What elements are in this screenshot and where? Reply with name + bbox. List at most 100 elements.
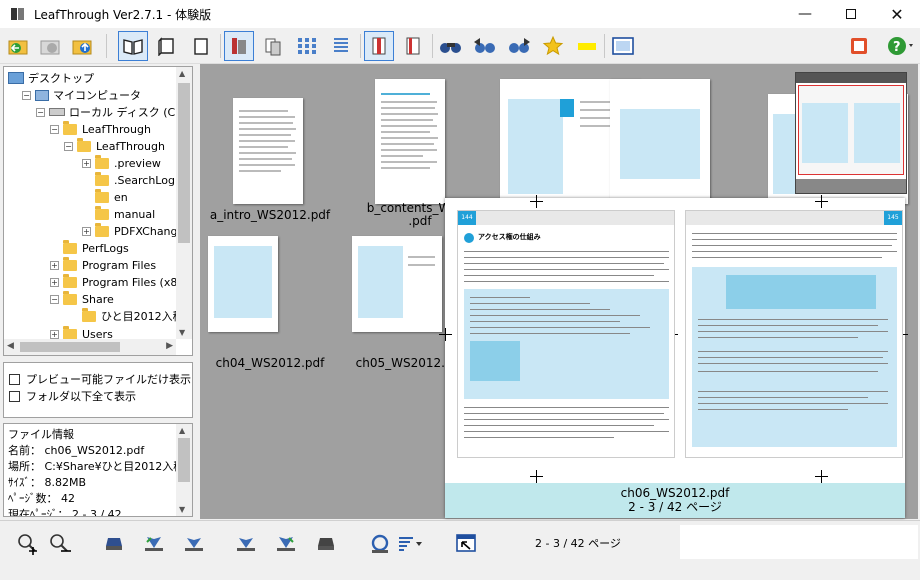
flip-forward-icon [237,538,255,551]
minimize-button[interactable]: — [782,0,828,28]
list-view-button[interactable] [326,31,356,61]
file-info-name: 名前： ch06_WS2012.pdf [8,444,145,457]
open-folder-up-button[interactable] [68,31,98,61]
tree-item-leafthrough-sub[interactable]: − LeafThrough [64,137,165,155]
book-closed-end-icon [318,538,334,550]
expand-toggle[interactable]: + [50,329,59,339]
expand-toggle[interactable]: + [50,260,59,270]
tree-vertical-scrollbar[interactable]: ▲ ▼ [176,67,192,339]
page-preview[interactable]: 144 アクセス権の仕組み 145 ch06_WS2012.pdf 2 - 3 … [439,195,908,518]
thumbnail-label: a_intro_WS2012.pdf [209,208,331,222]
collapse-toggle[interactable]: − [64,141,73,151]
tools-icon [851,38,867,54]
tree-item-my-computer[interactable]: − マイコンピュータ [22,86,141,104]
help-button[interactable]: ? [884,31,918,61]
collapse-toggle[interactable]: − [36,107,45,117]
page-left-icon [158,37,174,56]
crop-mark [815,470,828,483]
open-folder-forward-button[interactable] [36,31,66,61]
highlight-button[interactable] [572,31,602,61]
tree-item-perflogs[interactable]: PerfLogs [63,239,129,257]
thumbnail-page-view-button[interactable] [258,31,288,61]
binoculars-next-icon [509,38,530,53]
folder-icon [77,137,91,152]
expand-toggle[interactable]: + [82,226,91,236]
thumbnail-book-b[interactable] [610,79,710,204]
expand-toggle[interactable]: + [82,158,91,168]
tree-item-manual[interactable]: manual [95,205,155,223]
app-icon [10,6,26,22]
next-page-button[interactable] [232,529,260,557]
search-next-button[interactable] [504,31,534,61]
book-open-left-button[interactable] [364,31,394,61]
zoom-in-icon [18,534,37,555]
single-page-button[interactable] [186,31,216,61]
search-button[interactable] [436,31,466,61]
rotate-button[interactable] [366,529,394,557]
thumbnail-b-contents[interactable] [375,79,445,204]
next-10-pages-button[interactable] [272,529,300,557]
bookmark-button[interactable] [538,31,568,61]
single-page-left-button[interactable] [152,31,182,61]
section-heading: アクセス権の仕組み [478,233,541,241]
collapse-toggle[interactable]: − [50,294,59,304]
flip-forward-fast-icon [277,537,295,551]
preview-page-count: 2 - 3 / 42 ページ [628,500,722,514]
zoom-in-button[interactable] [14,529,42,557]
expand-toggle[interactable]: + [50,277,59,287]
book-open-right-button[interactable] [398,31,428,61]
pages-icon [265,38,281,56]
desktop-icon [8,72,24,84]
maximize-button[interactable] [828,0,874,28]
tree-item-program-files[interactable]: + Program Files [50,256,156,274]
search-previous-button[interactable] [470,31,500,61]
close-button[interactable]: ✕ [874,0,920,28]
prev-page-button[interactable] [180,529,208,557]
thumbnail-ch05[interactable] [352,236,442,332]
zoom-out-button[interactable] [46,529,74,557]
first-page-button[interactable] [100,529,128,557]
tree-horizontal-scrollbar[interactable]: ◀ ▶ [4,339,176,355]
two-page-view-button[interactable] [118,31,148,61]
open-folder-back-button[interactable] [4,31,34,61]
svg-text:?: ? [893,40,901,55]
file-info-panel: ファイル情報 名前： ch06_WS2012.pdf 場所： C:¥Share¥… [3,423,193,517]
window-title: LeafThrough Ver2.7.1 - 体験版 [34,7,212,22]
all-subfolders-checkbox[interactable]: フォルダ以下全て表示 [9,388,136,404]
tree-item-hitome2012[interactable]: ひと目2012入稿 [82,307,184,325]
tree-item-preview[interactable]: + .preview [82,154,161,172]
prev-10-pages-button[interactable] [140,529,168,557]
tree-item-leafthrough[interactable]: − LeafThrough [50,120,151,138]
collapse-toggle[interactable]: − [50,124,59,134]
sort-menu-button[interactable] [396,529,424,557]
thumbnail-book-view-button[interactable] [224,31,254,61]
tree-item-pdfxchange[interactable]: + PDFXChange [82,222,184,240]
file-info-pages: ﾍﾟｰｼﾞ数： 42 [8,492,75,505]
page-status: 2 - 3 / 42 ページ [535,537,621,550]
last-page-button[interactable] [312,529,340,557]
folder-back-icon [8,40,28,55]
thumbnail-ch04[interactable] [208,236,278,332]
preview-only-checkbox[interactable]: プレビュー可能ファイルだけ表示 [9,371,191,387]
book-red-icon [372,37,386,55]
folder-icon [63,239,77,254]
preview-filename: ch06_WS2012.pdf [620,486,730,500]
window-mode-button[interactable] [452,529,480,557]
tree-item-en[interactable]: en [95,188,128,206]
tree-item-share[interactable]: − Share [50,290,114,308]
tree-item-local-disk[interactable]: − ローカル ディスク (C:) [36,103,183,121]
collapse-toggle[interactable]: − [22,90,31,100]
thumbnail-a-intro[interactable] [233,98,303,204]
highlighter-icon [578,43,596,50]
tree-item-program-files-x86[interactable]: + Program Files (x86 [50,273,184,291]
fullscreen-button[interactable] [608,31,638,61]
navigator-minimap[interactable] [795,72,907,194]
tree-item-searchlog[interactable]: .SearchLog [95,171,175,189]
flip-back-icon [185,538,203,551]
info-scrollbar[interactable]: ▲ ▼ [176,424,192,516]
tree-item-desktop[interactable]: デスクトップ [8,69,94,87]
folder-tree[interactable]: デスクトップ − マイコンピュータ − ローカル ディスク (C:) − Lea… [3,66,193,356]
tools-button[interactable] [845,31,875,61]
thumbnail-grid-view-button[interactable] [292,31,322,61]
folder-forward-icon [40,40,60,55]
